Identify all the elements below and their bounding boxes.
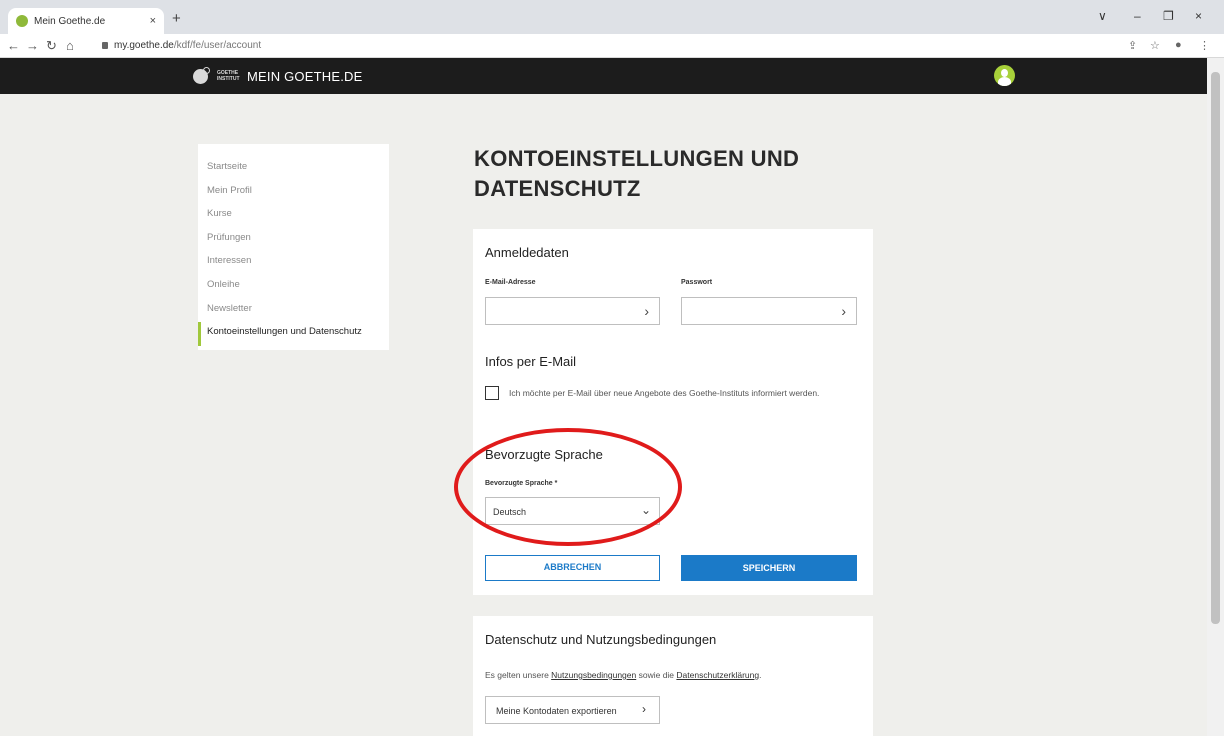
export-label: Meine Kontodaten exportieren [496,706,617,716]
newsletter-checkbox-label: Ich möchte per E-Mail über neue Angebote… [509,388,820,398]
account-settings-card: Anmeldedaten E-Mail-Adresse Passwort › ›… [473,229,873,595]
terms-middle: sowie die [636,670,677,680]
privacy-card: Datenschutz und Nutzungsbedingungen Es g… [473,616,873,736]
page-title: KONTOEINSTELLUNGEN UND DATENSCHUTZ [474,146,800,201]
lock-icon [102,42,108,49]
newsletter-checkbox[interactable] [485,386,499,400]
sidebar-item-mein-profil[interactable]: Mein Profil [198,181,389,205]
terms-suffix: . [759,670,762,680]
sidebar-item-newsletter[interactable]: Newsletter [198,299,389,323]
sidebar-nav: Startseite Mein Profil Kurse Prüfungen I… [198,144,389,350]
cancel-button[interactable]: ABBRECHEN [485,555,660,581]
url-field[interactable]: my.goethe.de/kdf/fe/user/account [102,40,261,51]
login-data-heading: Anmeldedaten [485,245,569,260]
url-domain: my.goethe.de [114,40,174,51]
chevron-right-icon: › [644,303,649,319]
minimize-icon[interactable]: – [1134,9,1141,23]
language-selected-value: Deutsch [493,507,527,517]
chevron-right-icon: › [642,702,646,716]
url-path: /kdf/fe/user/account [173,40,262,51]
sidebar-item-startseite[interactable]: Startseite [198,157,389,181]
goethe-logo-icon [193,67,215,85]
brand-title: MEIN GOETHE.DE [247,68,363,84]
close-tab-icon[interactable]: × [150,15,156,27]
site-header: GOETHE INSTITUT MEIN GOETHE.DE [0,58,1207,94]
terms-link[interactable]: Nutzungsbedingungen [551,670,636,680]
bookmark-star-icon[interactable]: ☆ [1150,39,1160,52]
scrollbar-thumb[interactable] [1211,72,1220,624]
profile-icon[interactable]: ● [1175,39,1182,51]
maximize-icon[interactable]: ❐ [1163,9,1174,23]
chevron-down-icon: ⌄ [640,503,651,517]
new-tab-icon[interactable]: + [172,10,181,27]
browser-tab-bar: Mein Goethe.de × + ∨ – ❐ × [0,0,1224,34]
reload-icon[interactable]: ↻ [46,38,57,54]
home-icon[interactable]: ⌂ [66,38,74,53]
email-field[interactable]: › [485,297,660,325]
tab-search-icon[interactable]: ∨ [1098,9,1107,23]
export-account-data-button[interactable]: Meine Kontodaten exportieren › [485,696,660,724]
password-label: Passwort [681,279,713,286]
sidebar-item-interessen[interactable]: Interessen [198,251,389,275]
menu-dots-icon[interactable]: ⋮ [1199,39,1210,52]
forward-arrow-icon[interactable]: → [26,38,39,53]
goethe-logo[interactable]: GOETHE INSTITUT MEIN GOETHE.DE [193,67,362,85]
language-label: Bevorzugte Sprache * [485,480,558,487]
password-field[interactable]: › [681,297,857,325]
close-window-icon[interactable]: × [1195,9,1202,23]
back-arrow-icon[interactable]: ← [7,38,20,53]
share-icon[interactable]: ⇪ [1128,39,1137,52]
sidebar-item-kurse[interactable]: Kurse [198,204,389,228]
sidebar-item-onleihe[interactable]: Onleihe [198,275,389,299]
address-bar: ← → ↻ ⌂ my.goethe.de/kdf/fe/user/account… [0,34,1224,58]
privacy-heading: Datenschutz und Nutzungsbedingungen [485,632,717,647]
logo-institute-text: GOETHE INSTITUT [217,70,240,82]
goethe-favicon-icon [16,15,28,27]
browser-tab[interactable]: Mein Goethe.de × [8,8,164,34]
page-scrollbar[interactable] [1207,58,1224,736]
privacy-link[interactable]: Datenschutzerklärung [676,670,759,680]
email-label: E-Mail-Adresse [485,279,536,286]
chevron-right-icon: › [841,303,846,319]
sidebar-item-pruefungen[interactable]: Prüfungen [198,228,389,252]
terms-prefix: Es gelten unsere [485,670,552,680]
email-info-heading: Infos per E-Mail [485,354,577,369]
language-heading: Bevorzugte Sprache [485,447,603,462]
sidebar-item-kontoeinstellungen[interactable]: Kontoeinstellungen und Datenschutz [198,322,389,346]
terms-text: Es gelten unsere Nutzungsbedingungen sow… [485,670,761,680]
language-select[interactable]: Deutsch ⌄ [485,497,660,525]
save-button[interactable]: SPEICHERN [681,555,857,581]
tab-title: Mein Goethe.de [34,15,106,27]
user-avatar-icon[interactable] [994,65,1015,86]
